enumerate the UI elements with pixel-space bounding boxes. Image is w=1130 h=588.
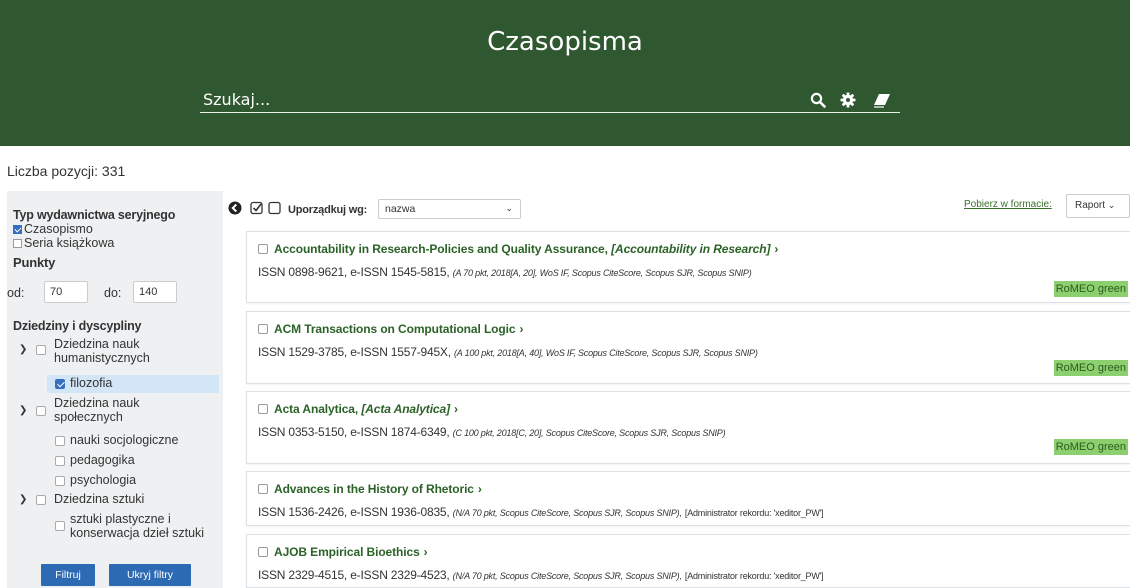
search-input[interactable]: Szukaj...	[200, 87, 900, 113]
discipline-fine-arts-1[interactable]: sztuki plastyczne i	[70, 512, 171, 526]
romeo-badge: RoMEO green	[1053, 360, 1128, 376]
discipline-checkbox[interactable]	[55, 456, 65, 466]
sort-label: Uporządkuj wg:	[288, 204, 368, 216]
journal-title[interactable]: ACM Transactions on Computational Logic ›	[258, 322, 523, 336]
group-label-humanities-1: Dziedzina nauk	[54, 337, 140, 351]
report-label: Raport	[1075, 200, 1106, 211]
select-all-icon[interactable]	[250, 201, 264, 220]
discipline-checkbox-philosophy[interactable]	[55, 379, 65, 389]
journal-checkbox[interactable]	[258, 547, 268, 557]
group-label-social-1: Dziedzina nauk	[54, 396, 140, 410]
journal-card: Advances in the History of Rhetoric › ISS…	[246, 471, 1130, 526]
journal-issn: ISSN 1536-2426, e-ISSN 1936-0835, (N/A 7…	[258, 505, 824, 519]
journal-title[interactable]: Acta Analytica, [Acta Analytica] ›	[258, 402, 458, 416]
chevron-right-icon: ›	[453, 402, 458, 416]
discipline-checkbox[interactable]	[55, 476, 65, 486]
journal-card: ACM Transactions on Computational Logic ›…	[246, 311, 1130, 384]
journal-title[interactable]: Accountability in Research-Policies and …	[258, 242, 778, 256]
journal-title[interactable]: Advances in the History of Rhetoric ›	[258, 482, 482, 496]
sort-value: nazwa	[385, 203, 416, 215]
points-from-input[interactable]: 70	[44, 281, 88, 303]
discipline-psychology[interactable]: psychologia	[70, 473, 136, 487]
points-heading: Punkty	[13, 255, 56, 270]
chevron-down-icon[interactable]: ❯	[19, 494, 27, 505]
journal-card: AJOB Empirical Bioethics › ISSN 2329-4515…	[246, 534, 1130, 588]
journal-card: Acta Analytica, [Acta Analytica] › ISSN 0…	[246, 391, 1130, 464]
checkbox-checked[interactable]	[13, 225, 22, 234]
disciplines-heading: Dziedziny i dyscypliny	[13, 319, 142, 333]
search-placeholder: Szukaj...	[203, 90, 271, 109]
deselect-all-icon[interactable]	[268, 201, 282, 220]
sort-select[interactable]: nazwa ⌄	[378, 199, 521, 219]
journal-issn: ISSN 1529-3785, e-ISSN 1557-945X, (A 100…	[258, 345, 758, 359]
gear-icon[interactable]	[838, 90, 858, 110]
type-heading: Typ wydawnictwa seryjnego	[13, 208, 176, 222]
filter-type-book-series[interactable]: Seria książkowa	[13, 236, 114, 250]
discipline-sociology[interactable]: nauki socjologiczne	[70, 433, 178, 447]
chevron-right-icon: ›	[477, 482, 482, 496]
group-checkbox-social[interactable]	[36, 406, 46, 416]
chevron-right-icon: ›	[519, 322, 524, 336]
group-label-social-2: społecznych	[54, 410, 123, 424]
journal-checkbox[interactable]	[258, 404, 268, 414]
romeo-badge: RoMEO green	[1053, 281, 1128, 297]
filter-type-journal[interactable]: Czasopismo	[13, 222, 93, 236]
group-checkbox-arts[interactable]	[36, 495, 46, 505]
discipline-philosophy[interactable]: filozofia	[70, 376, 112, 390]
results-count: Liczba pozycji: 331	[7, 163, 126, 179]
discipline-pedagogy[interactable]: pedagogika	[70, 453, 135, 467]
journal-issn: ISSN 0898-9621, e-ISSN 1545-5815, (A 70 …	[258, 265, 752, 279]
journal-title[interactable]: AJOB Empirical Bioethics ›	[258, 545, 428, 559]
journal-issn: ISSN 2329-4515, e-ISSN 2329-4523, (N/A 7…	[258, 568, 824, 582]
header-bar: Czasopisma Szukaj...	[0, 0, 1130, 146]
hide-filters-button[interactable]: Ukryj filtry	[109, 564, 191, 586]
discipline-checkbox[interactable]	[55, 436, 65, 446]
chevron-down-icon: ⌄	[505, 203, 513, 213]
chevron-down-icon[interactable]: ❯	[19, 405, 27, 416]
discipline-checkbox[interactable]	[55, 521, 65, 531]
report-dropdown[interactable]: Raport ⌄	[1066, 194, 1130, 218]
download-format-link[interactable]: Pobierz w formacie:	[964, 199, 1052, 210]
chevron-right-icon: ›	[423, 545, 428, 559]
group-label-arts: Dziedzina sztuki	[54, 492, 145, 506]
journal-checkbox[interactable]	[258, 324, 268, 334]
search-icon[interactable]	[808, 90, 828, 110]
points-to-label: do:	[104, 286, 122, 300]
journal-issn: ISSN 0353-5150, e-ISSN 1874-6349, (C 100…	[258, 425, 726, 439]
journal-card: Accountability in Research-Policies and …	[246, 231, 1130, 303]
checkbox[interactable]	[13, 239, 22, 248]
discipline-fine-arts-2[interactable]: konserwacja dzieł sztuki	[70, 526, 204, 540]
filter-button[interactable]: Filtruj	[41, 564, 95, 586]
journal-checkbox[interactable]	[258, 244, 268, 254]
filter-panel: Typ wydawnictwa seryjnego Czasopismo Ser…	[7, 191, 223, 588]
chevron-down-icon[interactable]: ❯	[19, 344, 27, 355]
points-from-label: od:	[7, 286, 25, 300]
collapse-panel-icon[interactable]	[228, 201, 242, 220]
eraser-icon[interactable]	[872, 90, 892, 110]
chevron-down-icon: ⌄	[1107, 200, 1116, 210]
group-checkbox-humanities[interactable]	[36, 345, 46, 355]
chevron-right-icon: ›	[774, 242, 779, 256]
points-to-input[interactable]: 140	[133, 281, 177, 303]
page-title: Czasopisma	[487, 27, 643, 57]
group-label-humanities-2: humanistycznych	[54, 351, 150, 365]
romeo-badge: RoMEO green	[1053, 439, 1128, 455]
journal-checkbox[interactable]	[258, 484, 268, 494]
